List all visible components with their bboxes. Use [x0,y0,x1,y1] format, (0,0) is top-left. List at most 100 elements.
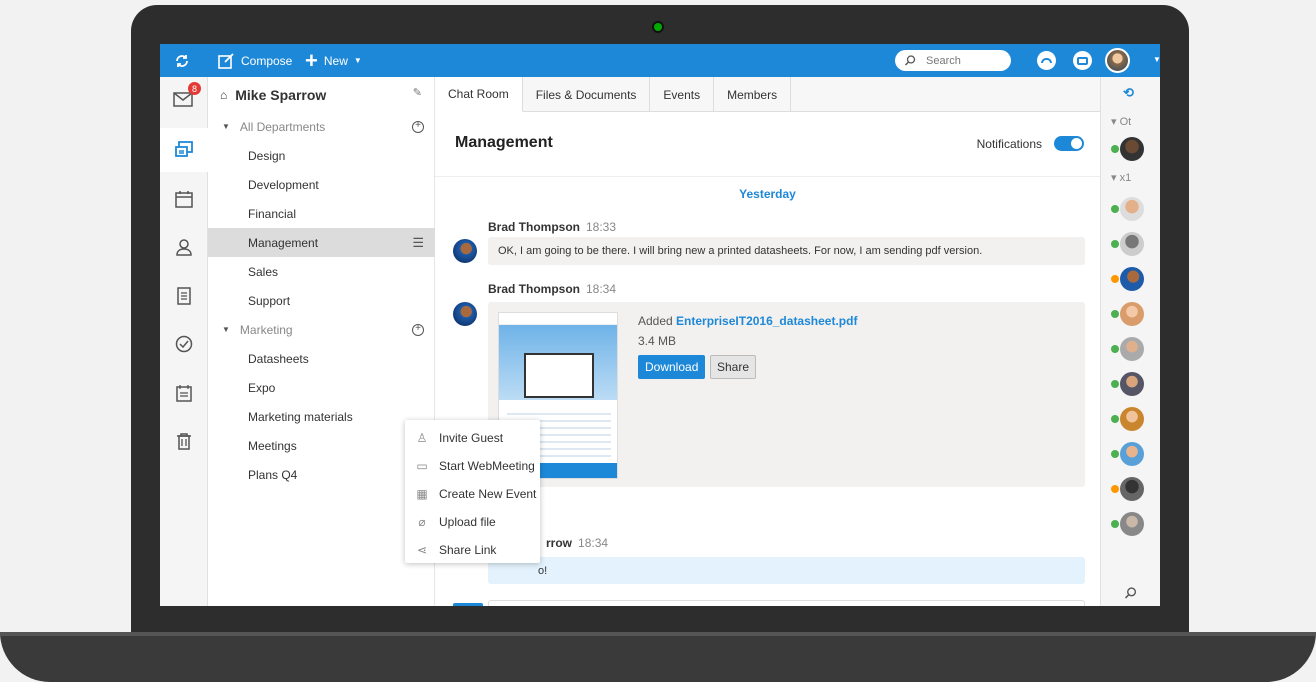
search-icon [905,55,916,66]
chat-button[interactable] [1073,51,1092,70]
pin-icon[interactable]: ✎ [413,86,422,99]
menu-item-invite-guest[interactable]: ♙ Invite Guest [405,424,540,452]
group-all-departments[interactable]: ▼ All Departments + [208,112,435,141]
contact[interactable] [1111,337,1147,361]
menu-item-label: Start WebMeeting [439,459,535,473]
refresh-icon[interactable]: ⟲ [1123,85,1134,101]
owner-name: Mike Sparrow [235,87,327,103]
contact-group[interactable]: ▾ Ot [1111,115,1131,128]
sync-button[interactable] [174,44,190,77]
tab-members[interactable]: Members [714,77,792,112]
folder-label: Expo [248,380,276,395]
room-header: Management Notifications [435,112,1100,177]
menu-item-create-event[interactable]: ▦ Create New Event [405,480,540,508]
status-dot [1111,205,1119,213]
contact-group-label: x1 [1119,172,1132,184]
add-circle-icon[interactable]: + [412,323,424,336]
trash-icon [177,433,191,450]
menu-item-label: Upload file [439,515,496,529]
folder-item[interactable]: Expo [208,373,435,402]
message-bubble: OK, I am going to be there. I will bring… [488,237,1085,265]
contact[interactable] [1111,197,1147,221]
monitor-icon: ▭ [416,459,428,473]
folder-label: Meetings [248,438,297,453]
nav-events[interactable] [160,371,208,415]
message-input[interactable] [488,600,1085,606]
file-prefix: Added [638,314,673,328]
contact-group[interactable]: ▾ x1 [1111,171,1131,184]
thumb-header [499,313,617,325]
avatar[interactable] [453,302,477,326]
nav-trash[interactable] [160,419,208,463]
menu-item-label: Invite Guest [439,431,504,445]
folder-item-selected[interactable]: Management ☰ [208,228,435,257]
tab-label: Files & Documents [535,87,637,102]
nav-contacts[interactable] [160,225,208,269]
home-icon: ⌂ [220,88,228,102]
contact[interactable] [1111,232,1147,256]
menu-item-start-webmeeting[interactable]: ▭ Start WebMeeting [405,452,540,480]
folder-item[interactable]: Plans Q4 [208,460,435,489]
avatar [1120,302,1144,326]
folder-item[interactable]: Development [208,170,435,199]
folder-item[interactable]: Support [208,286,435,315]
contact[interactable] [1111,302,1147,326]
contact[interactable] [1111,372,1147,396]
status-dot [1111,485,1119,493]
folder-item[interactable]: Financial [208,199,435,228]
search-icon[interactable] [1125,587,1137,599]
search-input[interactable]: Search [895,50,1011,71]
nav-calendar[interactable] [160,177,208,221]
share-button[interactable]: Share [710,355,757,379]
folder-owner[interactable]: ⌂ Mike Sparrow [220,87,326,103]
folder-item[interactable]: Design [208,141,435,170]
tab-chat-room[interactable]: Chat Room [435,77,523,112]
status-dot [1111,310,1119,318]
folder-panel: ⌂ Mike Sparrow ✎ ▼ All Departments + Des… [208,77,435,606]
tab-events[interactable]: Events [650,77,715,112]
contact[interactable] [1111,267,1147,291]
notifications-toggle[interactable] [1054,136,1084,151]
user-plus-icon: ♙ [416,431,428,445]
menu-icon[interactable]: ☰ [412,235,424,251]
author-name: Brad Thompson [488,282,580,296]
compose-button[interactable]: Compose [218,44,292,77]
phone-button[interactable] [1037,51,1056,70]
compose-label: Compose [241,53,293,68]
tab-files-documents[interactable]: Files & Documents [523,77,651,112]
avatar[interactable] [453,239,477,263]
attach-menu-button[interactable]: + [453,603,483,606]
menu-item-upload-file[interactable]: ⌀ Upload file [405,508,540,536]
chat-icon [175,141,193,157]
contact[interactable] [1111,442,1147,466]
group-marketing[interactable]: ▼ Marketing + [208,315,435,344]
new-button[interactable]: + New ▼ [305,44,362,77]
calendar-icon [175,191,193,208]
contact[interactable] [1111,407,1147,431]
menu-item-share-link[interactable]: ⋖ Share Link [405,536,540,564]
contact[interactable] [1111,512,1147,536]
contact[interactable] [1111,137,1147,161]
avatar-caret-icon[interactable]: ▼ [1153,55,1160,64]
avatar [1120,337,1144,361]
status-dot [1111,380,1119,388]
nav-mail[interactable]: 8 [160,77,208,121]
folder-item[interactable]: Marketing materials [208,402,435,431]
folder-item[interactable]: Datasheets [208,344,435,373]
chat-icon [1077,56,1088,65]
file-link[interactable]: EnterpriseIT2016_datasheet.pdf [676,314,857,328]
nav-documents[interactable] [160,274,208,318]
folder-item[interactable]: Sales [208,257,435,286]
collapse-icon: ▼ [222,325,230,334]
status-dot [1111,145,1119,153]
folder-item[interactable]: Meetings [208,431,435,460]
user-avatar[interactable] [1105,48,1130,73]
nav-chat[interactable] [160,128,208,172]
menu-item-label: Create New Event [439,487,537,501]
mail-badge: 8 [188,82,201,95]
add-circle-icon[interactable]: + [412,120,424,133]
nav-tasks[interactable] [160,322,208,366]
download-button[interactable]: Download [638,355,706,379]
contact[interactable] [1111,477,1147,501]
status-dot [1111,450,1119,458]
